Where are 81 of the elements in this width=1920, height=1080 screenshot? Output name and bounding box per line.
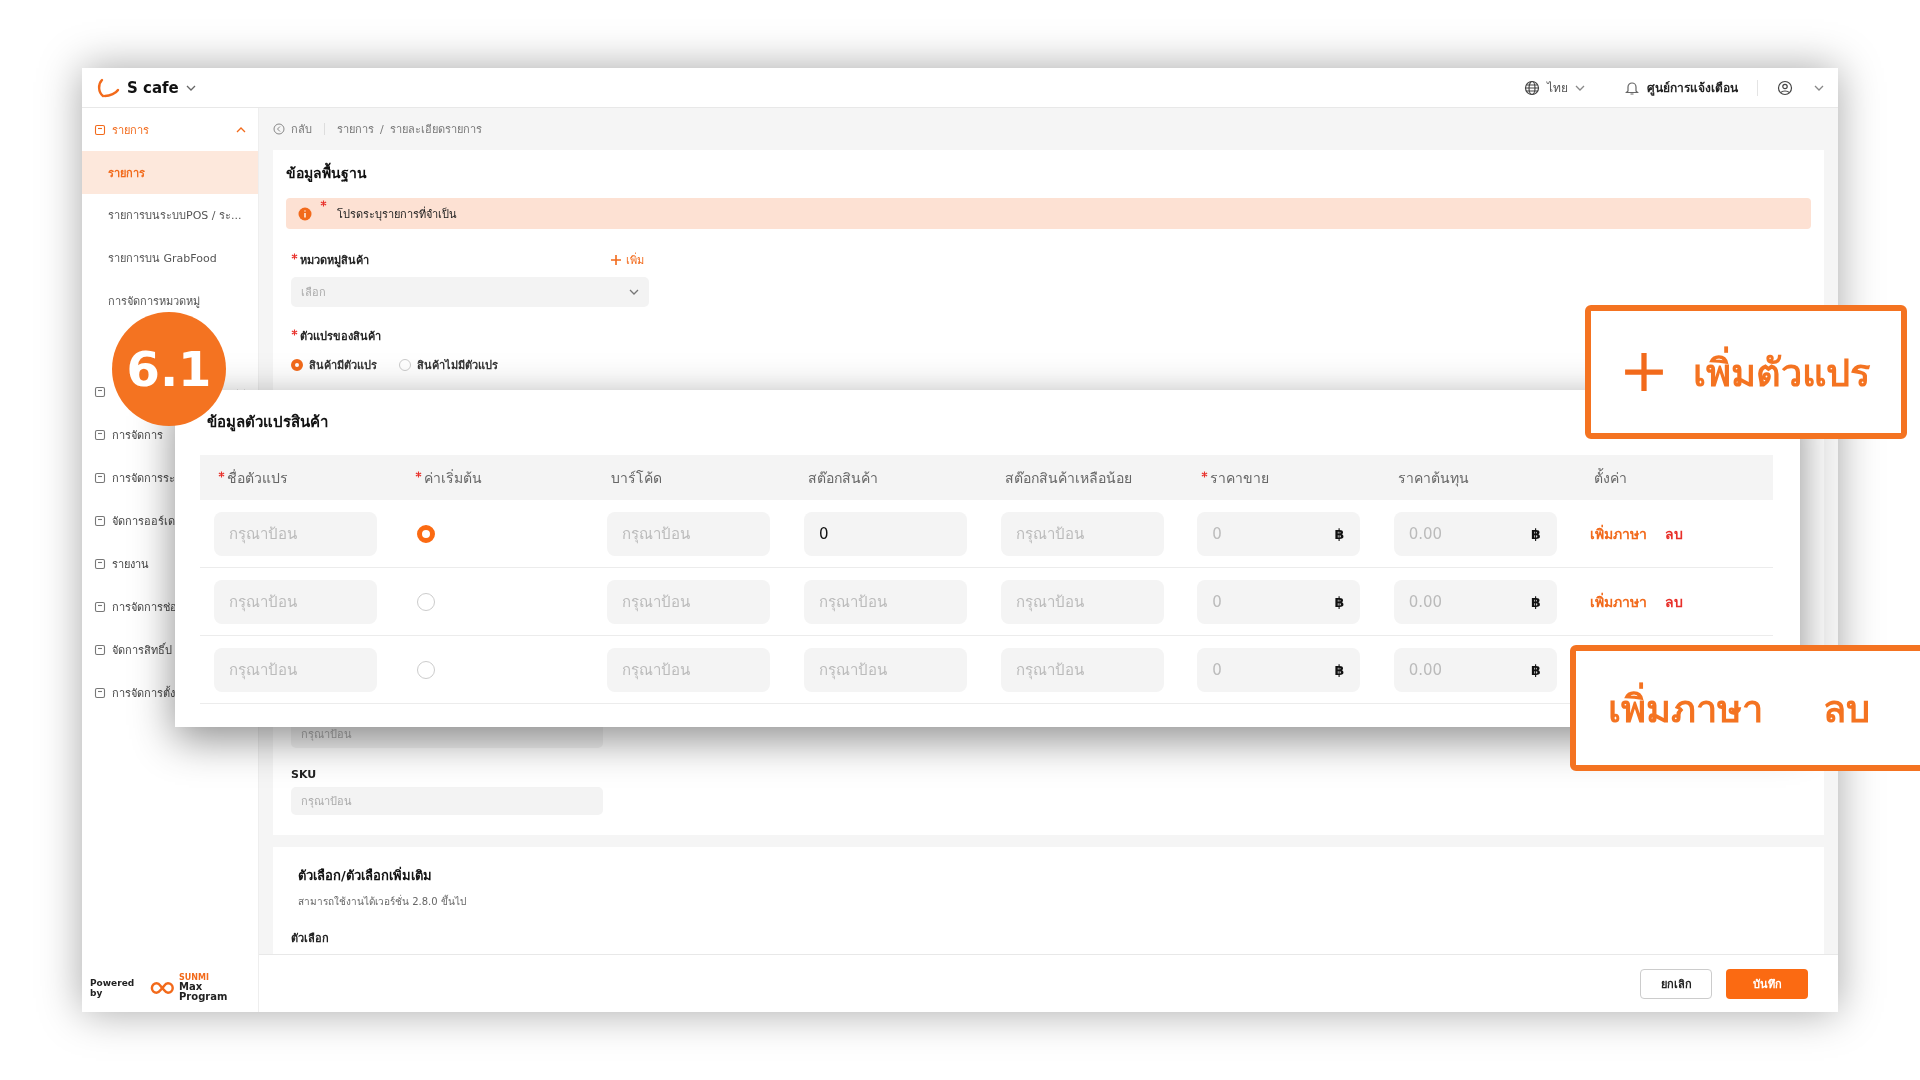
column-header: ราคาขาย xyxy=(1210,468,1270,488)
radio-button[interactable] xyxy=(291,359,303,371)
radio-label[interactable]: สินค้าไม่มีตัวแปร xyxy=(417,356,498,374)
brand-name: Max Program xyxy=(179,982,229,1002)
plus-icon xyxy=(1622,351,1665,393)
field-label: ตัวเลือก xyxy=(291,931,329,947)
delete-link[interactable]: ลบ xyxy=(1665,590,1684,613)
column-header: บาร์โค้ด xyxy=(611,468,663,488)
currency-symbol: ฿ xyxy=(1531,661,1541,678)
variant-name-field[interactable]: กรุณาป้อน xyxy=(214,647,377,692)
low-stock-field[interactable]: กรุณาป้อน xyxy=(1000,579,1164,624)
currency-symbol: ฿ xyxy=(1531,593,1541,610)
menu-item-icon xyxy=(94,428,106,441)
chevron-up-icon[interactable] xyxy=(236,126,246,133)
stock-field[interactable]: กรุณาป้อน xyxy=(803,647,967,692)
sku-field[interactable]: กรุณาป้อน xyxy=(291,787,603,815)
chevron-down-icon[interactable] xyxy=(1575,84,1585,91)
sidebar-subitem[interactable]: รายการบน GrabFood xyxy=(108,250,217,266)
bell-icon[interactable] xyxy=(1624,79,1640,96)
callout-text: เพิ่มภาษา xyxy=(1608,677,1763,739)
powered-by-text: Powered by xyxy=(90,978,136,998)
variant-name-field[interactable]: กรุณาป้อน xyxy=(214,511,377,556)
low-stock-field[interactable]: กรุณาป้อน xyxy=(1000,647,1164,692)
currency-symbol: ฿ xyxy=(1531,525,1541,542)
notification-center-link[interactable]: ศูนย์การแจ้งเตือน xyxy=(1647,78,1738,97)
sidebar-subitem[interactable]: รายการบนระบบPOS / ระ... xyxy=(108,207,242,223)
column-header: ราคาต้นทุน xyxy=(1397,468,1469,489)
column-header: ค่าเริ่มต้น xyxy=(423,468,482,488)
currency-symbol: ฿ xyxy=(1334,525,1345,542)
column-header: ชื่อตัวแปร xyxy=(227,468,288,488)
cancel-button[interactable]: ยกเลิก xyxy=(1640,968,1712,999)
breadcrumb-item[interactable]: รายการ xyxy=(337,120,374,138)
barcode-field[interactable]: กรุณาป้อน xyxy=(607,579,771,624)
menu-item-icon xyxy=(94,123,106,136)
column-header: ตั้งค่า xyxy=(1594,467,1628,488)
radio-label[interactable]: สินค้ามีตัวแปร xyxy=(309,356,377,374)
brand-small-text: SUNMI xyxy=(179,974,210,982)
section-title: ข้อมูลพื้นฐาน xyxy=(286,162,367,184)
callout-text: ลบ xyxy=(1823,685,1870,733)
menu-item-icon xyxy=(94,385,106,398)
menu-item-icon xyxy=(94,686,106,699)
column-header: สต๊อกสินค้าเหลือน้อย xyxy=(1004,468,1132,488)
section-title: ตัวเลือก/ตัวเลือกเพิ่มเติม xyxy=(298,865,432,885)
chevron-down-icon[interactable] xyxy=(1814,84,1824,91)
column-header: สต๊อกสินค้า xyxy=(807,468,878,488)
infinity-logo-icon xyxy=(150,981,175,995)
menu-item-icon xyxy=(94,600,106,613)
breadcrumb-item: รายละเอียดรายการ xyxy=(389,122,482,138)
low-stock-field[interactable]: กรุณาป้อน xyxy=(1000,511,1164,556)
menu-item-icon xyxy=(94,557,106,570)
menu-item-icon xyxy=(94,514,106,527)
sidebar-subitem[interactable]: การจัดการหมวดหมู่ xyxy=(108,293,200,309)
currency-symbol: ฿ xyxy=(1334,661,1345,678)
app-name[interactable]: S cafe xyxy=(127,78,179,97)
variant-name-field[interactable]: กรุณาป้อน xyxy=(214,579,377,624)
delete-link[interactable]: ลบ xyxy=(1665,522,1684,545)
default-radio[interactable] xyxy=(416,524,435,543)
plus-icon xyxy=(610,254,622,266)
stock-field[interactable]: 0 xyxy=(803,511,967,556)
globe-icon[interactable] xyxy=(1524,79,1540,96)
callout-text: เพิ่มตัวแปร xyxy=(1692,341,1870,403)
stock-field[interactable]: กรุณาป้อน xyxy=(803,579,967,624)
language-selector[interactable]: ไทย xyxy=(1547,78,1568,97)
back-icon[interactable] xyxy=(273,123,285,135)
menu-item-icon xyxy=(94,471,106,484)
chevron-down-icon xyxy=(629,289,639,295)
info-icon xyxy=(298,206,312,221)
chevron-down-icon[interactable] xyxy=(185,84,196,91)
logo-icon xyxy=(96,77,120,98)
currency-symbol: ฿ xyxy=(1334,593,1345,610)
field-label: SKU xyxy=(291,768,317,781)
back-link[interactable]: กลับ xyxy=(291,120,312,138)
user-icon[interactable] xyxy=(1777,79,1793,96)
barcode-field[interactable]: กรุณาป้อน xyxy=(607,511,771,556)
field-label: ตัวแปรของสินค้า xyxy=(300,329,381,345)
field-label: หมวดหมู่สินค้า xyxy=(300,253,369,269)
breadcrumb-separator: / xyxy=(380,122,384,136)
barcode-field[interactable]: กรุณาป้อน xyxy=(607,647,771,692)
menu-item-icon xyxy=(94,643,106,656)
version-note: สามารถใช้งานได้เวอร์ชั่น 2.8.0 ขึ้นไป xyxy=(298,894,466,909)
alert-text: โปรดระบุรายการที่จำเป็น xyxy=(337,205,457,223)
